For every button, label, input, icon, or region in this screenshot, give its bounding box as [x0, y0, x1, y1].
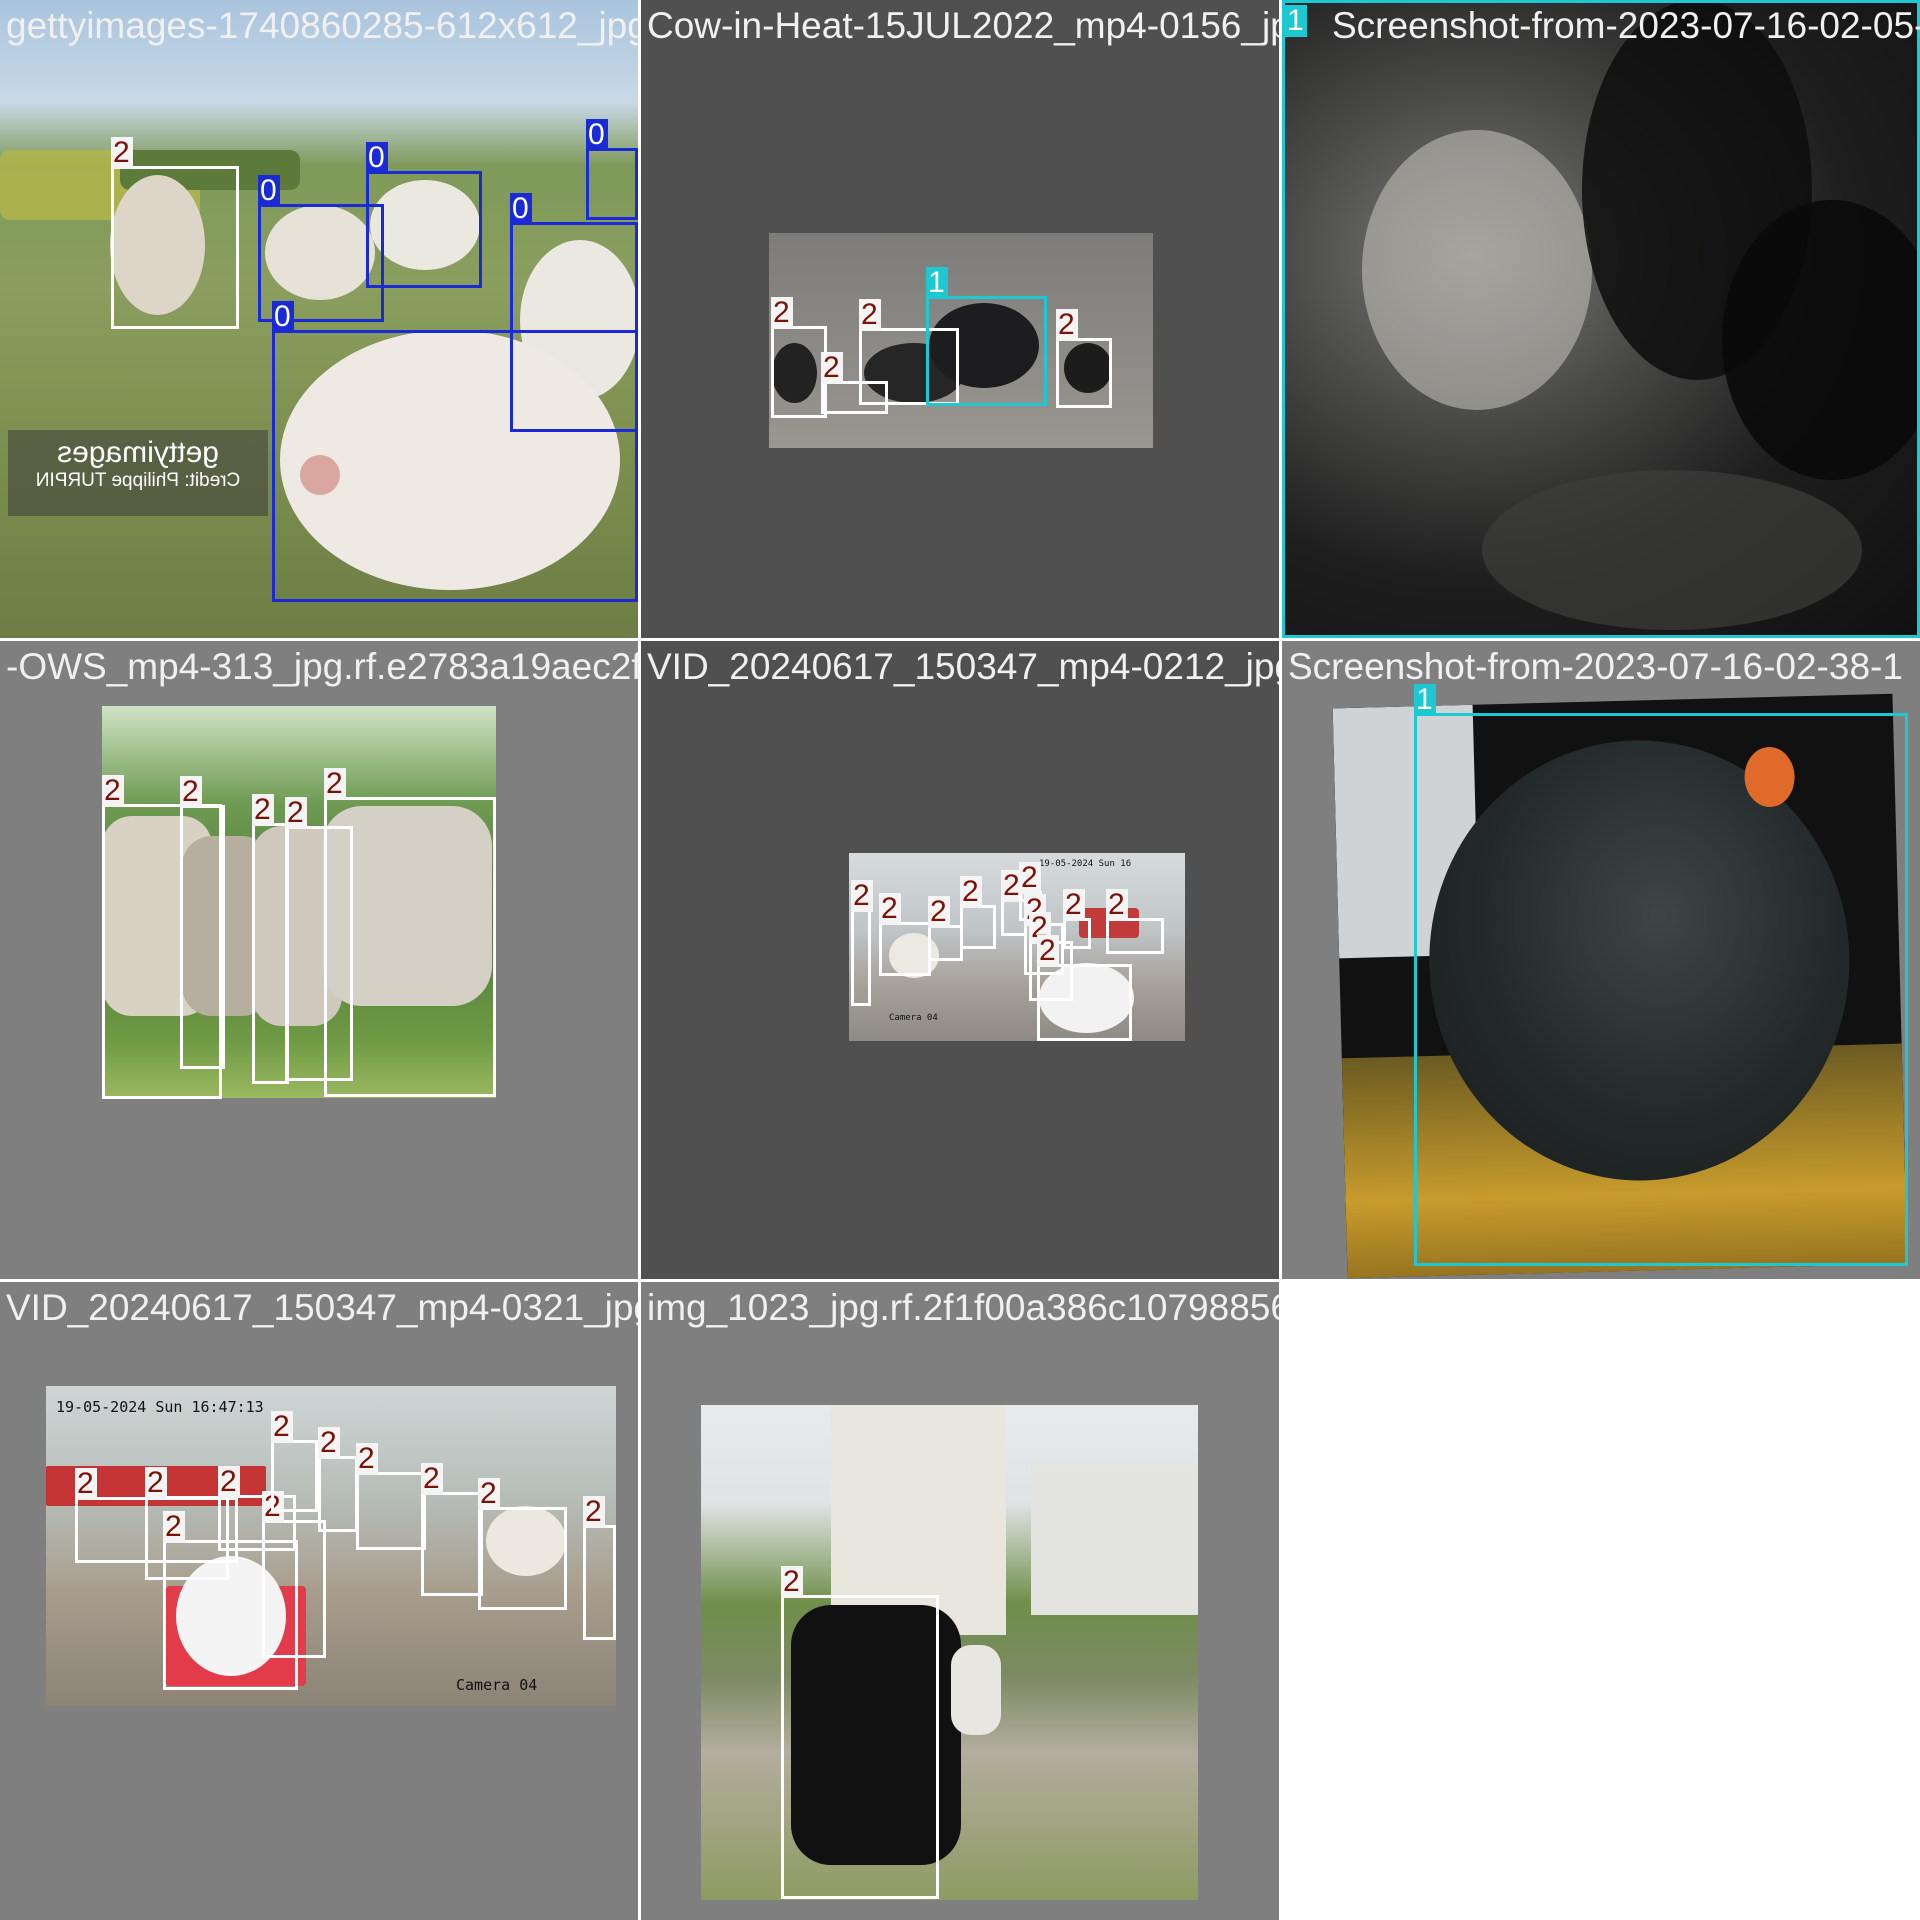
bbox-label: 2 [771, 297, 793, 329]
bbox-label: 2 [583, 1496, 605, 1528]
tile-filename: gettyimages-1740860285-612x612_jpg.rf.b5 [6, 5, 638, 46]
bbox-label: 0 [258, 175, 280, 207]
cow-head [951, 1645, 1001, 1735]
bbox: 1 [1282, 0, 1920, 638]
tile-filename: -OWS_mp4-313_jpg.rf.e2783a19aec2f5cc3b24 [6, 646, 638, 687]
bbox-label: 1 [926, 267, 948, 299]
bbox-label: 0 [586, 119, 608, 151]
bbox: 2 [1037, 935, 1132, 1041]
bbox: 2 [262, 1491, 326, 1658]
bbox: 0 [366, 142, 482, 288]
tile-4: 19-05-2024 Sun 16 Camera 04 2 2 2 2 2 2 … [641, 641, 1279, 1279]
watermark-brand: gettyimages [57, 436, 219, 469]
bbox-label: 2 [218, 1466, 240, 1498]
tile-filename: Screenshot-from-2023-07-16-02-38-1 [1288, 646, 1903, 687]
tile-filename: Screenshot-from-2023-07-16-02-05-4 [1332, 5, 1920, 46]
getty-watermark: gettyimages Credit: Philippe TURPIN [8, 430, 268, 516]
bbox-label: 2 [1019, 862, 1041, 894]
timestamp-overlay: 19-05-2024 Sun 16 [1039, 859, 1132, 869]
house-shape [1031, 1465, 1198, 1615]
bbox: 2 [583, 1496, 616, 1640]
grid-divider [1279, 0, 1282, 1920]
tile-1: 2 2 2 1 2 Cow-in-Heat-15JUL2022_mp4-0156… [641, 0, 1279, 638]
bbox: 0 [586, 119, 638, 220]
mosaic-canvas: gettyimages Credit: Philippe TURPIN 2 0 … [0, 0, 1920, 1920]
tile-filename: img_1023_jpg.rf.2f1f00a386c10798856c49e4 [647, 1287, 1279, 1328]
bbox: 2 [1063, 889, 1091, 949]
bbox: 2 [421, 1463, 483, 1596]
bbox-label: 2 [1106, 889, 1128, 921]
tile-2: 1 Screenshot-from-2023-07-16-02-05-4 [1282, 0, 1920, 638]
bbox-label: 0 [366, 142, 388, 174]
bbox-label: 2 [75, 1468, 97, 1500]
camera-overlay: Camera 04 [456, 1676, 538, 1694]
bbox-label: 2 [318, 1427, 340, 1459]
bbox-label: 2 [859, 299, 881, 331]
tile-6: 19-05-2024 Sun 16:47:13 Camera 04 2 2 2 … [0, 1282, 638, 1920]
bbox-label: 1 [1285, 5, 1307, 37]
bbox-label: 2 [421, 1463, 443, 1495]
bbox: 2 [271, 1411, 318, 1512]
bbox: 2 [879, 893, 931, 976]
bbox-label: 2 [324, 768, 346, 800]
tile-filename: VID_20240617_150347_mp4-0321_jpg.rf.0d31 [6, 1287, 638, 1328]
bbox: 2 [478, 1478, 567, 1610]
photo-region [701, 1405, 1198, 1900]
timestamp-overlay: 19-05-2024 Sun 16:47:13 [56, 1398, 264, 1416]
bbox-label: 0 [272, 301, 294, 333]
bbox-label: 2 [928, 896, 950, 928]
bbox: 2 [960, 876, 996, 949]
bbox: 2 [324, 768, 496, 1097]
bbox: 1 [926, 267, 1047, 406]
bbox: 0 [272, 301, 638, 602]
bbox-label: 2 [285, 797, 307, 829]
bbox: 2 [180, 776, 225, 1069]
watermark-credit: Credit: Philippe TURPIN [35, 470, 241, 491]
grid-divider [0, 638, 1920, 641]
bbox-label: 2 [145, 1467, 167, 1499]
tile-filename: VID_20240617_150347_mp4-0212_jpg.rf.e19e… [647, 646, 1279, 687]
tile-7: 2 img_1023_jpg.rf.2f1f00a386c10798856c49… [641, 1282, 1279, 1920]
camera-overlay: Camera 04 [889, 1013, 938, 1023]
bbox-label: 2 [271, 1411, 293, 1443]
bbox: 2 [781, 1566, 939, 1899]
bbox-label: 2 [1063, 889, 1085, 921]
bbox-label: 2 [781, 1566, 803, 1598]
bbox: 2 [928, 896, 963, 961]
bbox-label: 2 [851, 880, 873, 912]
tile-3: 2 2 2 2 2 -OWS_mp4-313_jpg.rf.e2783a19ae… [0, 641, 638, 1279]
bbox: 2 [1056, 309, 1112, 408]
bbox-label: 2 [111, 137, 133, 169]
bbox-label: 0 [510, 193, 532, 225]
bbox-label: 2 [879, 893, 901, 925]
bbox-label: 2 [821, 352, 843, 384]
bbox-label: 2 [163, 1511, 185, 1543]
bbox: 2 [1106, 889, 1164, 954]
tile-filename: Cow-in-Heat-15JUL2022_mp4-0156_jpg.rf.e [647, 5, 1279, 46]
bbox-label: 2 [1056, 309, 1078, 341]
bbox-label: 2 [252, 794, 274, 826]
bbox: 2 [111, 137, 239, 329]
bbox-label: 2 [1037, 935, 1059, 967]
bbox: 1 [1414, 684, 1908, 1266]
grid-divider [638, 0, 641, 1920]
bbox-label: 2 [478, 1478, 500, 1510]
bbox: 2 [851, 880, 873, 1006]
bbox: 2 [356, 1443, 426, 1550]
bbox-label: 2 [960, 876, 982, 908]
tile-5: 1 Screenshot-from-2023-07-16-02-38-1 [1282, 641, 1920, 1279]
grid-divider [0, 1279, 1920, 1282]
bbox-label: 2 [180, 776, 202, 808]
bbox-label: 2 [356, 1443, 378, 1475]
tile-0: gettyimages Credit: Philippe TURPIN 2 0 … [0, 0, 638, 638]
bbox: 2 [318, 1427, 358, 1532]
bbox: 2 [771, 297, 827, 418]
bbox-label: 2 [102, 775, 124, 807]
bbox: 2 [252, 794, 289, 1084]
